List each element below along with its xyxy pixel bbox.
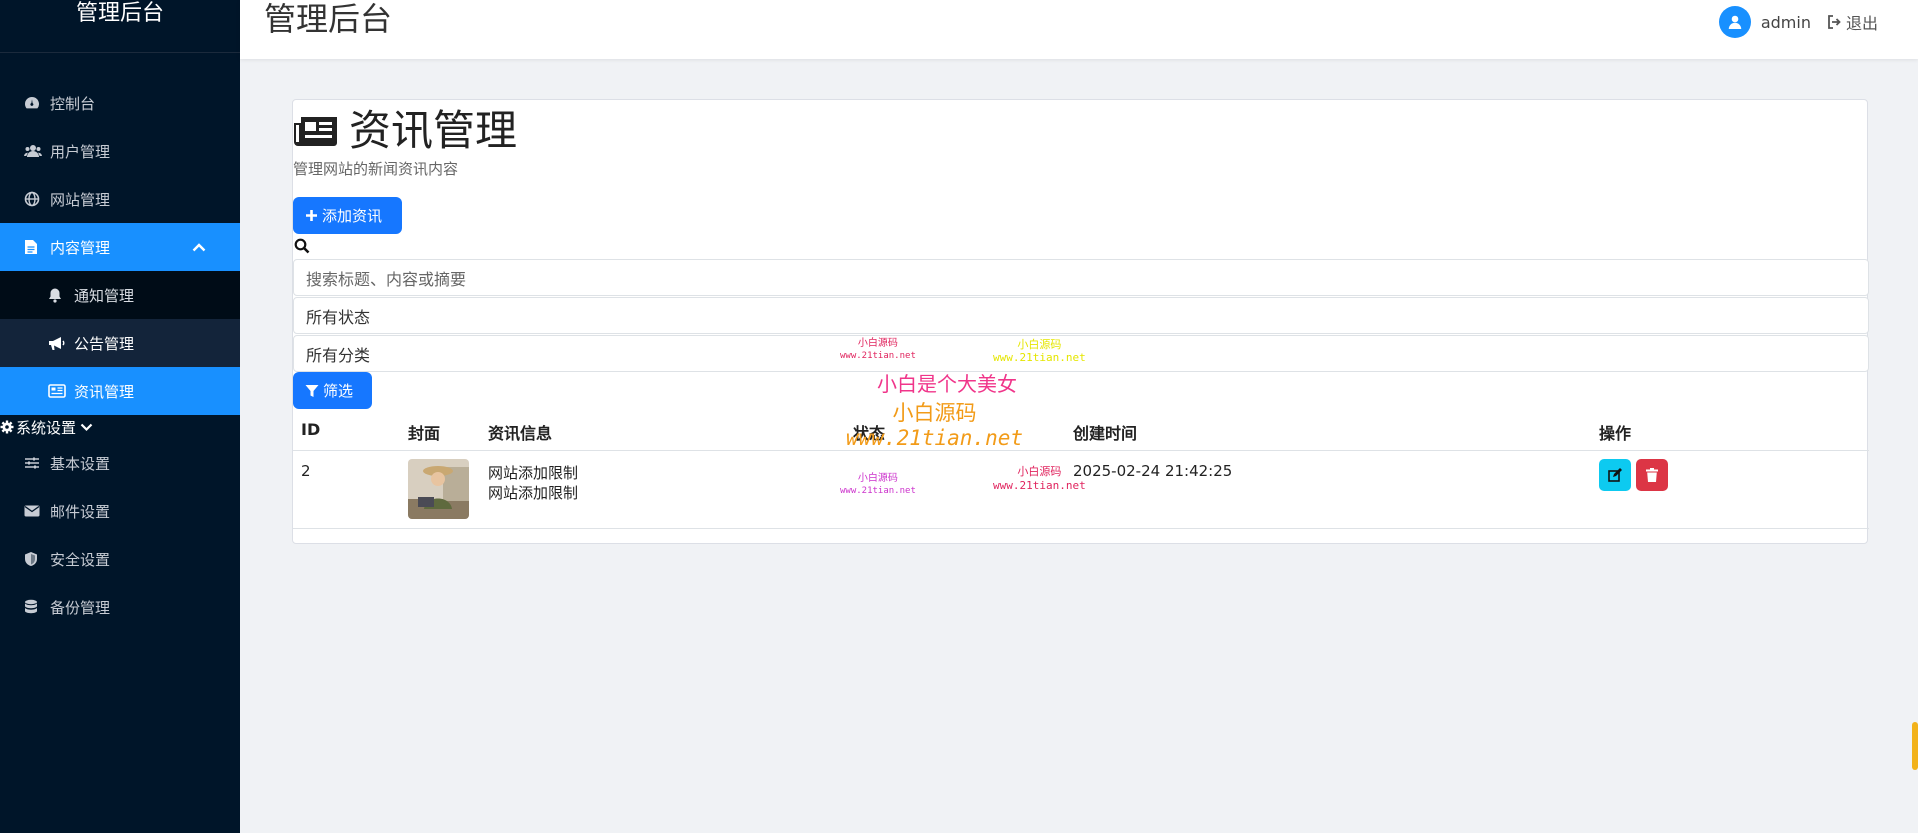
sidebar-item-label: 安全设置 (50, 550, 111, 569)
news-summary: 网站添加限制 (488, 484, 579, 502)
watermark: 小白源码 www.21tian.net (840, 338, 916, 362)
users-icon (24, 143, 50, 159)
header-title: 管理后台 (264, 0, 393, 38)
sidebar-item-label: 网站管理 (50, 190, 111, 209)
sidebar-item-label: 资讯管理 (74, 382, 135, 401)
page-title: 资讯管理 (293, 104, 517, 158)
user-icon (1728, 15, 1742, 29)
filter-icon (305, 384, 319, 398)
delete-button[interactable] (1636, 459, 1668, 491)
sidebar-item-label: 控制台 (50, 94, 96, 113)
sidebar-item-backup[interactable]: 备份管理 (0, 583, 240, 631)
globe-icon (24, 191, 50, 207)
sidebar: 管理后台 控制台 用户管理 网站管理 内容管理 通知管理 公告管理 资讯管理 系… (0, 0, 240, 833)
watermark: 小白源码 www.21tian.net (993, 338, 1086, 364)
sidebar-item-websites[interactable]: 网站管理 (0, 175, 240, 223)
column-header: 资讯信息 (488, 424, 553, 443)
edit-icon (1608, 468, 1622, 482)
page-subtitle: 管理网站的新闻资讯内容 (293, 160, 459, 178)
bell-icon (48, 287, 74, 303)
sidebar-menu: 控制台 用户管理 网站管理 内容管理 通知管理 公告管理 资讯管理 系统设置 基… (0, 79, 240, 631)
column-header: ID (301, 420, 321, 439)
edit-button[interactable] (1599, 459, 1631, 491)
avatar[interactable] (1718, 6, 1751, 38)
news-title: 网站添加限制 (488, 464, 579, 482)
sidebar-item-basic-settings[interactable]: 基本设置 (0, 439, 240, 487)
sidebar-item-label: 通知管理 (74, 286, 135, 305)
sidebar-item-label: 邮件设置 (50, 502, 111, 521)
top-header: 管理后台 admin 退出 (240, 0, 1918, 59)
newspaper-icon (293, 115, 339, 147)
sidebar-group-settings[interactable]: 系统设置 (0, 415, 240, 439)
logout-icon (1827, 15, 1842, 29)
column-header: 操作 (1599, 424, 1632, 443)
sidebar-item-label: 备份管理 (50, 598, 111, 617)
sidebar-item-security-settings[interactable]: 安全设置 (0, 535, 240, 583)
add-news-label: 添加资讯 (322, 207, 383, 225)
sidebar-item-label: 用户管理 (50, 142, 111, 161)
logout-button[interactable]: 退出 (1827, 10, 1878, 34)
trash-icon (1646, 468, 1658, 482)
table-header: ID 封面 资讯信息 状态 创建时间 操作 (293, 414, 1869, 451)
dashboard-icon (24, 95, 50, 111)
user-area: admin 退出 (1718, 6, 1878, 38)
watermark-url: www.21tian.net (993, 351, 1086, 364)
watermark: 小白源码 www.21tian.net (846, 401, 1023, 451)
sidebar-group-label: 系统设置 (16, 418, 77, 437)
sidebar-item-news[interactable]: 资讯管理 (0, 367, 240, 415)
watermark-text: 小白源码 (1017, 338, 1062, 351)
chevron-down-icon (80, 423, 93, 432)
column-header: 创建时间 (1073, 424, 1138, 443)
sidebar-item-label: 公告管理 (74, 334, 135, 353)
watermark-text: 小白源码 (1017, 465, 1062, 478)
filter-button[interactable]: 筛选 (293, 372, 372, 409)
watermark: 小白是个大美女 (877, 372, 1017, 396)
cover-image[interactable] (408, 459, 469, 519)
watermark-text: 小白源码 (857, 473, 898, 484)
search-icon (294, 238, 310, 254)
status-select[interactable]: 所有状态 (293, 297, 1869, 334)
sidebar-item-content[interactable]: 内容管理 (0, 223, 240, 271)
watermark-url: www.21tian.net (840, 486, 916, 496)
database-icon (24, 599, 50, 615)
sidebar-item-dashboard[interactable]: 控制台 (0, 79, 240, 127)
sidebar-item-mail-settings[interactable]: 邮件设置 (0, 487, 240, 535)
sliders-icon (24, 456, 50, 470)
sidebar-item-announcements[interactable]: 公告管理 (0, 319, 240, 367)
sidebar-item-label: 基本设置 (50, 454, 111, 473)
watermark-url: www.21tian.net (993, 479, 1086, 492)
chevron-up-icon (192, 238, 206, 256)
sidebar-item-label: 内容管理 (50, 238, 111, 257)
watermark-text: 小白源码 (857, 338, 898, 349)
file-icon (24, 239, 50, 255)
megaphone-icon (48, 335, 74, 351)
page-title-text: 资讯管理 (349, 106, 518, 155)
created-time: 2025-02-24 21:42:25 (1073, 462, 1233, 480)
sidebar-item-notices[interactable]: 通知管理 (0, 271, 240, 319)
logout-label: 退出 (1845, 14, 1878, 33)
watermark: 小白源码 www.21tian.net (840, 473, 916, 497)
newspaper-icon (48, 384, 74, 398)
column-header: 封面 (408, 424, 441, 443)
sidebar-brand: 管理后台 (0, 0, 240, 53)
filter-label: 筛选 (323, 382, 354, 400)
watermark-url: www.21tian.net (840, 351, 916, 361)
username[interactable]: admin (1761, 13, 1811, 32)
shield-icon (24, 551, 50, 567)
gear-icon (0, 420, 16, 434)
plus-icon (305, 209, 318, 222)
watermark-text: 小白源码 (892, 401, 977, 425)
row-id: 2 (301, 462, 311, 480)
watermark-url: www.21tian.net (846, 426, 1024, 450)
scroll-indicator[interactable] (1912, 722, 1918, 770)
add-news-button[interactable]: 添加资讯 (293, 197, 402, 234)
search-input[interactable]: 搜索标题、内容或摘要 (293, 259, 1869, 296)
mail-icon (24, 505, 50, 517)
watermark: 小白源码 www.21tian.net (993, 465, 1086, 493)
sidebar-item-content-left: 内容管理 (24, 237, 110, 258)
sidebar-item-users[interactable]: 用户管理 (0, 127, 240, 175)
